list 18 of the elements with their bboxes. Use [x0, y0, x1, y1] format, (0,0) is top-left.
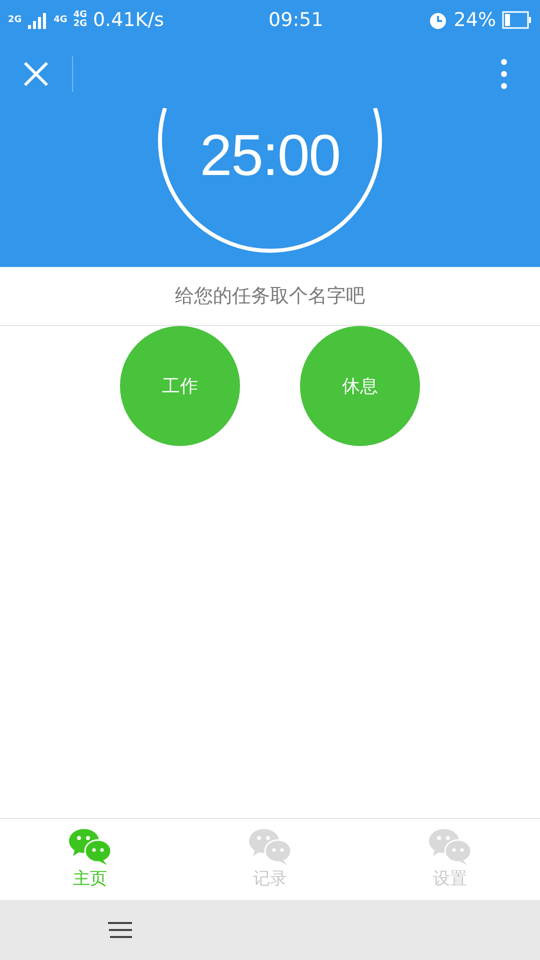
signal-icon — [28, 11, 48, 29]
mode-button[interactable]: 休息 — [300, 326, 420, 446]
network-label: 4G — [54, 16, 68, 24]
clock-time: 09:51 — [268, 9, 324, 31]
network-label: 2G — [8, 16, 22, 24]
network-label: 2G — [73, 20, 87, 29]
mode-button[interactable]: 工作 — [120, 326, 240, 446]
timer-display: 25:00 — [200, 122, 340, 189]
chat-bubbles-icon — [249, 829, 291, 865]
alarm-icon — [428, 10, 448, 30]
network-speed: 0.41K/s — [92, 9, 164, 31]
battery-percent: 24% — [454, 9, 496, 31]
battery-icon — [502, 11, 532, 29]
tab[interactable]: 主页 — [0, 819, 180, 900]
chat-bubbles-icon — [69, 829, 111, 865]
network-label: 4G — [73, 11, 87, 20]
chat-bubbles-icon — [429, 829, 471, 865]
menu-icon[interactable] — [108, 922, 134, 938]
